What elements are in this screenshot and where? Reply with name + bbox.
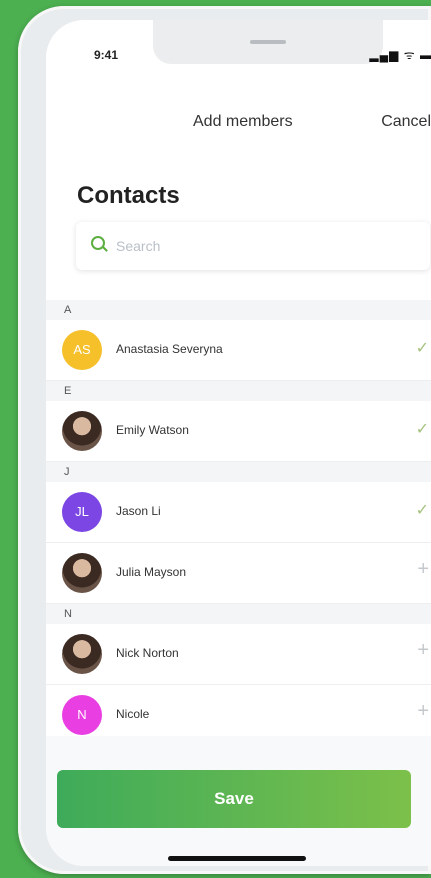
avatar: AS (62, 330, 102, 370)
page-title: Contacts (77, 182, 180, 209)
save-button[interactable]: Save (57, 770, 411, 828)
check-icon[interactable]: ✓ (416, 500, 429, 520)
avatar (62, 634, 102, 674)
phone-frame: 9:41 ▂▄▆ ᯤ ▬ Add members Cancel Contacts… (18, 6, 431, 874)
contact-row[interactable]: Emily Watson ✓ (46, 401, 431, 462)
contact-name: Emily Watson (116, 423, 189, 437)
search-icon (91, 236, 105, 250)
notch (153, 20, 383, 64)
status-time: 9:41 (94, 48, 119, 62)
search-input[interactable]: Search (76, 222, 430, 270)
avatar: N (62, 695, 102, 735)
section-header: N (46, 604, 431, 624)
section-header: A (46, 300, 431, 320)
check-icon[interactable]: ✓ (416, 419, 429, 439)
nav-title: Add members (193, 113, 293, 130)
home-indicator (168, 856, 306, 861)
avatar (62, 411, 102, 451)
add-icon[interactable]: + (417, 558, 429, 581)
avatar (62, 553, 102, 593)
avatar: JL (62, 492, 102, 532)
contact-list: A AS Anastasia Severyna ✓ E Emily Watson ✓ J JL J… (46, 300, 431, 746)
contact-row[interactable]: Julia Mayson + (46, 543, 431, 604)
section-header: E (46, 381, 431, 401)
screen: 9:41 ▂▄▆ ᯤ ▬ Add members Cancel Contacts… (46, 20, 431, 866)
contact-name: Julia Mayson (116, 565, 187, 579)
speaker-grille (250, 40, 286, 44)
contact-row[interactable]: Nick Norton + (46, 624, 431, 685)
contact-name: Anastasia Severyna (116, 342, 223, 356)
contact-name: Nicole (116, 707, 150, 721)
footer: Save (46, 736, 431, 866)
contact-name: Nick Norton (116, 646, 179, 660)
contact-name: Jason Li (116, 504, 161, 518)
add-icon[interactable]: + (417, 639, 429, 662)
section-header: J (46, 462, 431, 482)
contact-row[interactable]: AS Anastasia Severyna ✓ (46, 320, 431, 381)
check-icon[interactable]: ✓ (416, 338, 429, 358)
add-icon[interactable]: + (417, 700, 429, 723)
status-icons: ▂▄▆ ᯤ ▬ (369, 48, 431, 62)
cancel-button[interactable]: Cancel (381, 113, 431, 131)
contact-row[interactable]: JL Jason Li ✓ (46, 482, 431, 543)
search-placeholder: Search (116, 238, 161, 254)
